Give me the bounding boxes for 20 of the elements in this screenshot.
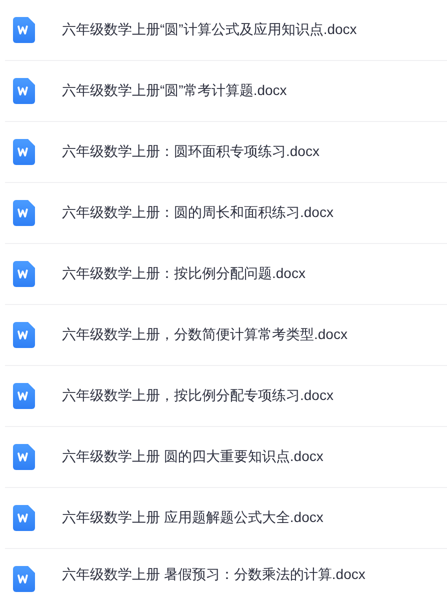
file-name[interactable]: 六年级数学上册：圆的周长和面积练习.docx: [62, 204, 334, 222]
file-name[interactable]: 六年级数学上册“圆”常考计算题.docx: [62, 82, 287, 100]
file-name[interactable]: 六年级数学上册：圆环面积专项练习.docx: [62, 143, 320, 161]
file-name[interactable]: 六年级数学上册，分数简便计算常考类型.docx: [62, 326, 348, 344]
word-document-icon: [13, 78, 35, 104]
word-document-icon: [13, 444, 35, 470]
word-document-icon: [13, 261, 35, 287]
word-document-icon: [13, 17, 35, 43]
file-name[interactable]: 六年级数学上册 应用题解题公式大全.docx: [62, 509, 324, 527]
word-document-icon: [13, 566, 35, 592]
file-name[interactable]: 六年级数学上册，按比例分配专项练习.docx: [62, 387, 334, 405]
word-document-icon: [13, 505, 35, 531]
word-document-icon: [13, 200, 35, 226]
word-document-icon: [13, 139, 35, 165]
file-name[interactable]: 六年级数学上册 圆的四大重要知识点.docx: [62, 448, 324, 466]
word-document-icon: [13, 322, 35, 348]
file-name[interactable]: 六年级数学上册“圆”计算公式及应用知识点.docx: [62, 21, 357, 39]
file-name[interactable]: 六年级数学上册 暑假预习：分数乘法的计算.docx: [62, 566, 366, 584]
word-document-icon: [13, 383, 35, 409]
file-name[interactable]: 六年级数学上册：按比例分配问题.docx: [62, 265, 306, 283]
